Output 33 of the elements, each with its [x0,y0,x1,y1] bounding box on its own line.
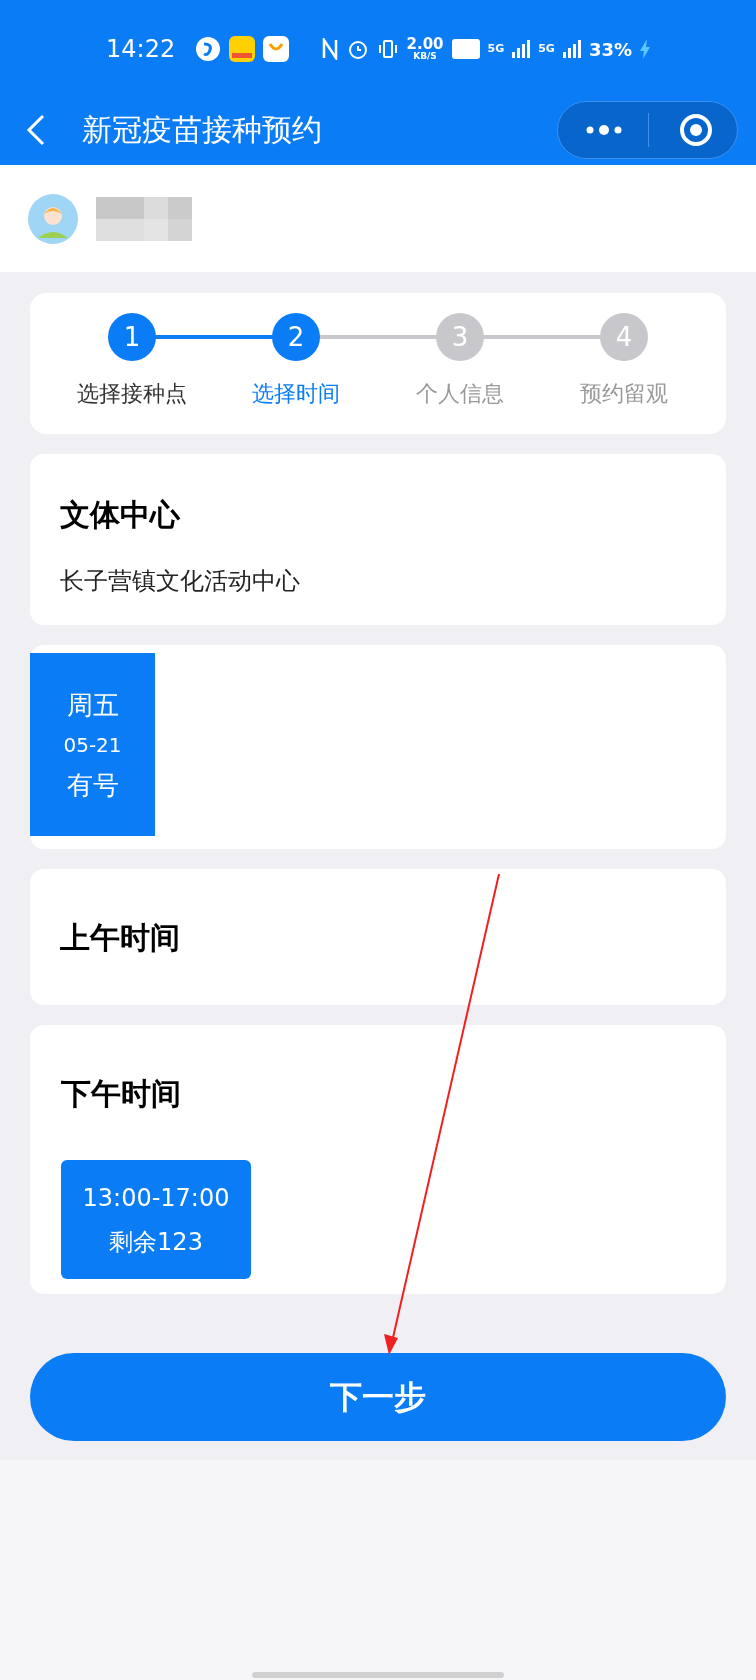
close-icon[interactable] [679,112,713,147]
step-label: 预约留观 [580,380,668,408]
network-type: 5G [538,40,555,57]
step-number: 2 [272,313,320,361]
site-address: 长子营镇文化活动中心 [60,566,301,597]
speed-unit: KB/S [413,52,437,61]
alarm-icon [346,38,369,60]
battery-level: 33% [588,37,632,62]
back-icon[interactable] [26,112,46,147]
date-option[interactable]: 周五 05-21 有号 [30,653,155,836]
network-type: 5G [487,40,505,57]
nfc-icon [320,38,339,60]
avatar [28,193,78,244]
app-icon [195,36,222,62]
time-slot[interactable]: 13:00-17:00 剩余123 [61,1160,251,1279]
site-name: 文体中心 [60,496,181,534]
step-number: 1 [108,313,156,361]
clock-time: 14:22 [106,34,176,65]
more-icon[interactable] [584,122,624,137]
next-button[interactable]: 下一步 [30,1353,726,1441]
signal-icon [512,40,531,58]
app-icon [263,36,290,62]
section-title: 上午时间 [60,919,181,957]
signal-icon [562,40,581,58]
page-title: 新冠疫苗接种预约 [82,111,322,149]
charging-icon [640,39,650,59]
step-label: 选择接种点 [77,380,187,408]
step-label: 选择时间 [252,380,340,408]
network-speed: 2.00 [406,37,444,52]
step-label: 个人信息 [416,380,504,408]
section-title: 下午时间 [61,1075,182,1113]
vibrate-icon [376,38,399,60]
app-icon [229,36,256,62]
